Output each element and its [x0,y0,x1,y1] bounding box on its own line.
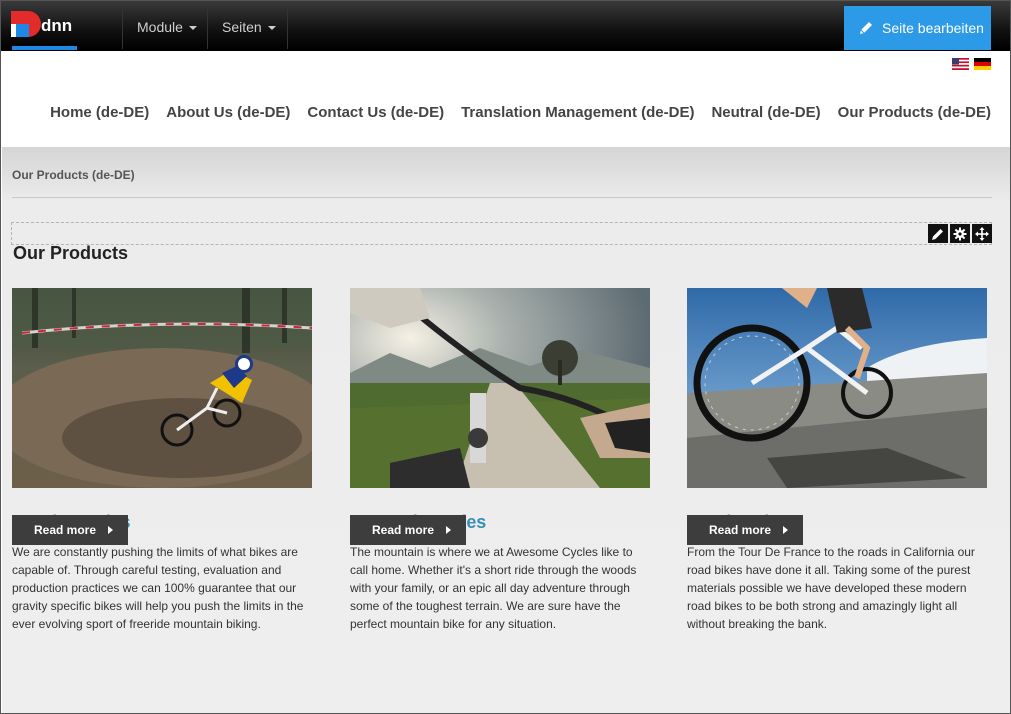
logo-active-indicator [12,46,77,50]
pencil-icon[interactable] [928,224,948,243]
pages-menu-label: Seiten [222,19,262,35]
svg-text:dnn: dnn [41,16,72,35]
main-nav: Home (de-DE) About Us (de-DE) Contact Us… [50,104,991,121]
read-more-label: Read more [34,523,97,537]
edit-page-button[interactable]: Seite bearbeiten [844,6,991,50]
move-icon[interactable] [972,224,992,243]
gear-icon[interactable] [950,224,970,243]
read-more-button[interactable]: Read more [350,515,466,545]
chevron-right-icon [783,526,788,534]
product-description: We are constantly pushing the limits of … [12,545,304,631]
mountain-bike-photo [350,288,650,488]
nav-item-neutral[interactable]: Neutral (de-DE) [711,104,820,121]
pencil-icon [860,22,872,34]
us-flag-icon[interactable] [952,58,969,70]
site-header: Home (de-DE) About Us (de-DE) Contact Us… [2,52,1010,147]
module-title: Our Products [13,243,129,263]
nav-item-contact-us[interactable]: Contact Us (de-DE) [307,104,444,121]
german-flag-icon[interactable] [974,58,991,70]
divider [287,5,288,49]
nav-item-translation-management[interactable]: Translation Management (de-DE) [461,104,694,121]
gravity-bike-photo [12,288,312,488]
edit-page-label: Seite bearbeiten [882,20,984,36]
pages-menu[interactable]: Seiten [208,5,290,49]
chevron-down-icon [267,26,276,31]
product-description: The mountain is where we at Awesome Cycl… [350,545,637,631]
module-menu-label: Module [137,19,183,35]
browser-frame: dnn Module Seiten Seite bearbeiten Home … [0,0,1011,714]
breadcrumb[interactable]: Our Products (de-DE) [12,168,135,182]
chevron-down-icon [188,26,197,31]
product-description: From the Tour De France to the roads in … [687,545,975,631]
chevron-right-icon [108,526,113,534]
read-more-label: Read more [372,523,435,537]
product-card-road: Road Series From the Tour De France to t… [687,288,987,633]
module-pane [11,222,992,245]
product-card-gravity: Gravity Series We are constantly pushing… [12,288,312,633]
read-more-button[interactable]: Read more [12,515,128,545]
divider [12,197,992,198]
chevron-right-icon [446,526,451,534]
module-actions [928,224,992,243]
dnn-logo[interactable]: dnn [11,9,75,43]
nav-item-home[interactable]: Home (de-DE) [50,104,149,121]
nav-item-our-products[interactable]: Our Products (de-DE) [838,104,991,121]
read-more-button[interactable]: Read more [687,515,803,545]
control-bar: dnn Module Seiten Seite bearbeiten [1,1,1010,51]
road-bike-photo [687,288,987,488]
content-area: Our Products (de-DE) Our Products We are… [2,147,1010,713]
read-more-label: Read more [709,523,772,537]
product-card-mountain: Mountain Series The mountain is where we… [350,288,650,633]
nav-item-about-us[interactable]: About Us (de-DE) [166,104,290,121]
module-menu[interactable]: Module [123,5,211,49]
